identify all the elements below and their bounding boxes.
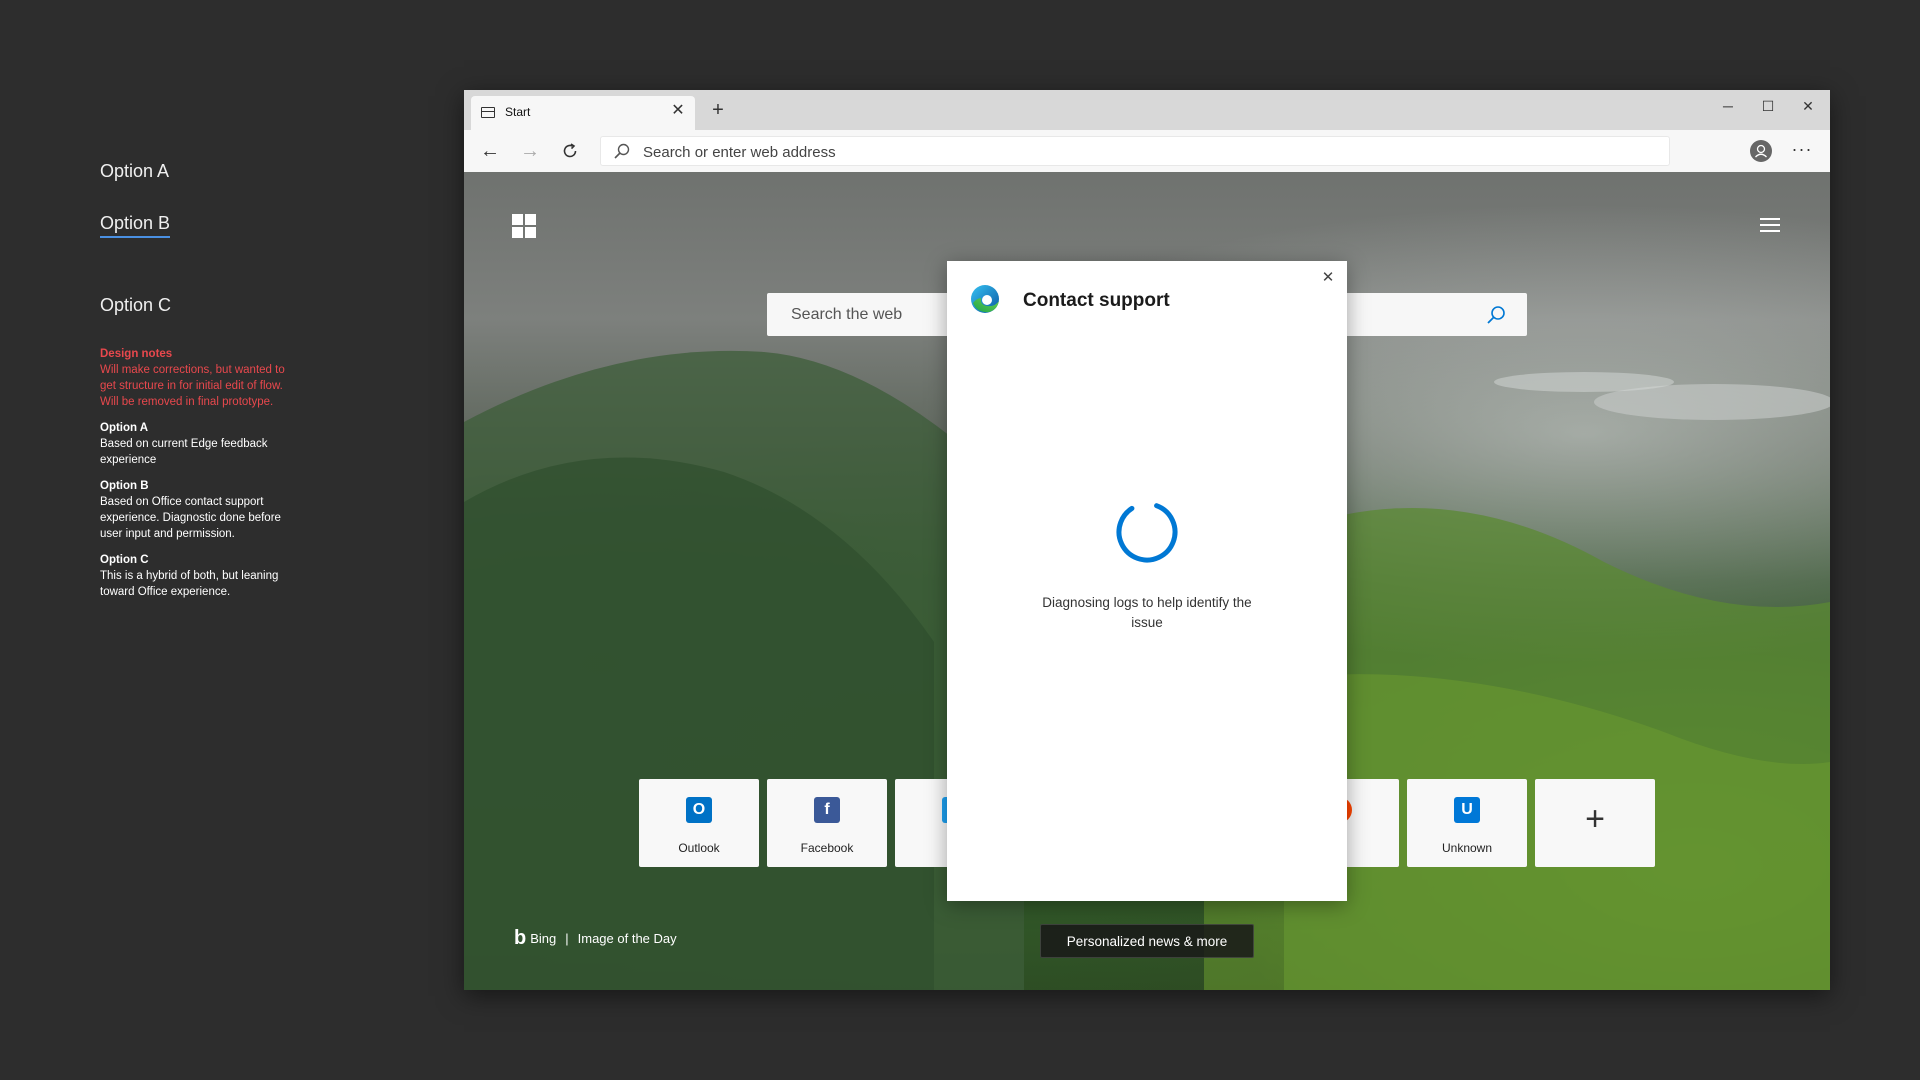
menu-icon[interactable] (1760, 218, 1780, 232)
toolbar: ← → ··· (464, 130, 1830, 173)
tab-title: Start (505, 105, 531, 119)
search-icon (614, 143, 630, 159)
note-c-text: This is a hybrid of both, but leaning to… (100, 570, 279, 598)
note-b-title: Option B (100, 480, 149, 492)
close-dialog-button[interactable]: ✕ (1319, 269, 1337, 287)
design-notes: Design notes Will make corrections, but … (100, 346, 290, 610)
outlook-icon: O (686, 797, 712, 823)
top-site-unknown[interactable]: U Unknown (1407, 779, 1527, 867)
add-site-icon: + (1585, 800, 1605, 838)
page-icon (481, 107, 495, 118)
refresh-button[interactable] (556, 138, 584, 164)
design-notes-title: Design notes (100, 348, 173, 360)
note-b-text: Based on Office contact support experien… (100, 496, 281, 540)
refresh-icon (563, 143, 577, 158)
option-a-link[interactable]: Option A (100, 160, 300, 182)
loading-spinner-icon (1116, 501, 1178, 563)
unknown-site-icon: U (1454, 797, 1480, 823)
top-site-outlook[interactable]: O Outlook (639, 779, 759, 867)
close-window-button[interactable]: ✕ (1788, 94, 1828, 118)
minimize-button[interactable]: ─ (1708, 94, 1748, 118)
option-c-link[interactable]: Option C (100, 294, 300, 316)
maximize-button[interactable]: ☐ (1748, 94, 1788, 118)
forward-button[interactable]: → (516, 138, 544, 164)
add-site-button[interactable]: + (1535, 779, 1655, 867)
web-search-placeholder: Search the web (791, 306, 903, 323)
design-notes-text: Will make corrections, but wanted to get… (100, 364, 285, 408)
bing-separator: | (565, 931, 569, 946)
facebook-icon: f (814, 797, 840, 823)
tab-start[interactable]: Start ✕ (471, 96, 695, 130)
more-options-icon[interactable]: ··· (1788, 136, 1816, 164)
search-icon (1487, 306, 1505, 324)
bing-logo-icon: b (514, 927, 527, 949)
edge-logo-icon (971, 285, 999, 313)
top-site-facebook[interactable]: f Facebook (767, 779, 887, 867)
options-panel: Option A Option B Option C (100, 160, 300, 346)
top-site-label: Facebook (800, 841, 854, 855)
note-a-text: Based on current Edge feedback experienc… (100, 438, 268, 466)
title-bar: Start ✕ + ─ ☐ ✕ (464, 90, 1830, 130)
windows-logo (512, 214, 536, 238)
profile-avatar[interactable] (1750, 140, 1772, 162)
top-site-label: Outlook (678, 841, 720, 855)
contact-support-dialog: ✕ Contact support Diagnosing logs to hel… (947, 261, 1347, 901)
address-bar[interactable] (600, 136, 1670, 166)
tab-close-icon[interactable]: ✕ (669, 102, 687, 120)
note-a-title: Option A (100, 422, 149, 434)
bing-attribution[interactable]: b Bing | Image of the Day (514, 927, 677, 950)
personalized-news-button[interactable]: Personalized news & more (1040, 924, 1254, 958)
note-c-title: Option C (100, 554, 149, 566)
back-button[interactable]: ← (476, 138, 504, 164)
person-icon (1755, 144, 1767, 158)
dialog-title: Contact support (1023, 290, 1170, 311)
address-input[interactable] (641, 141, 1645, 163)
bing-brand: Bing (530, 931, 557, 946)
image-of-day-link[interactable]: Image of the Day (578, 931, 677, 946)
diagnosing-message: Diagnosing logs to help identify the iss… (1042, 595, 1252, 630)
top-site-label: Unknown (1441, 841, 1493, 855)
new-tab-button[interactable]: + (706, 98, 730, 122)
option-b-link[interactable]: Option B (100, 212, 171, 238)
